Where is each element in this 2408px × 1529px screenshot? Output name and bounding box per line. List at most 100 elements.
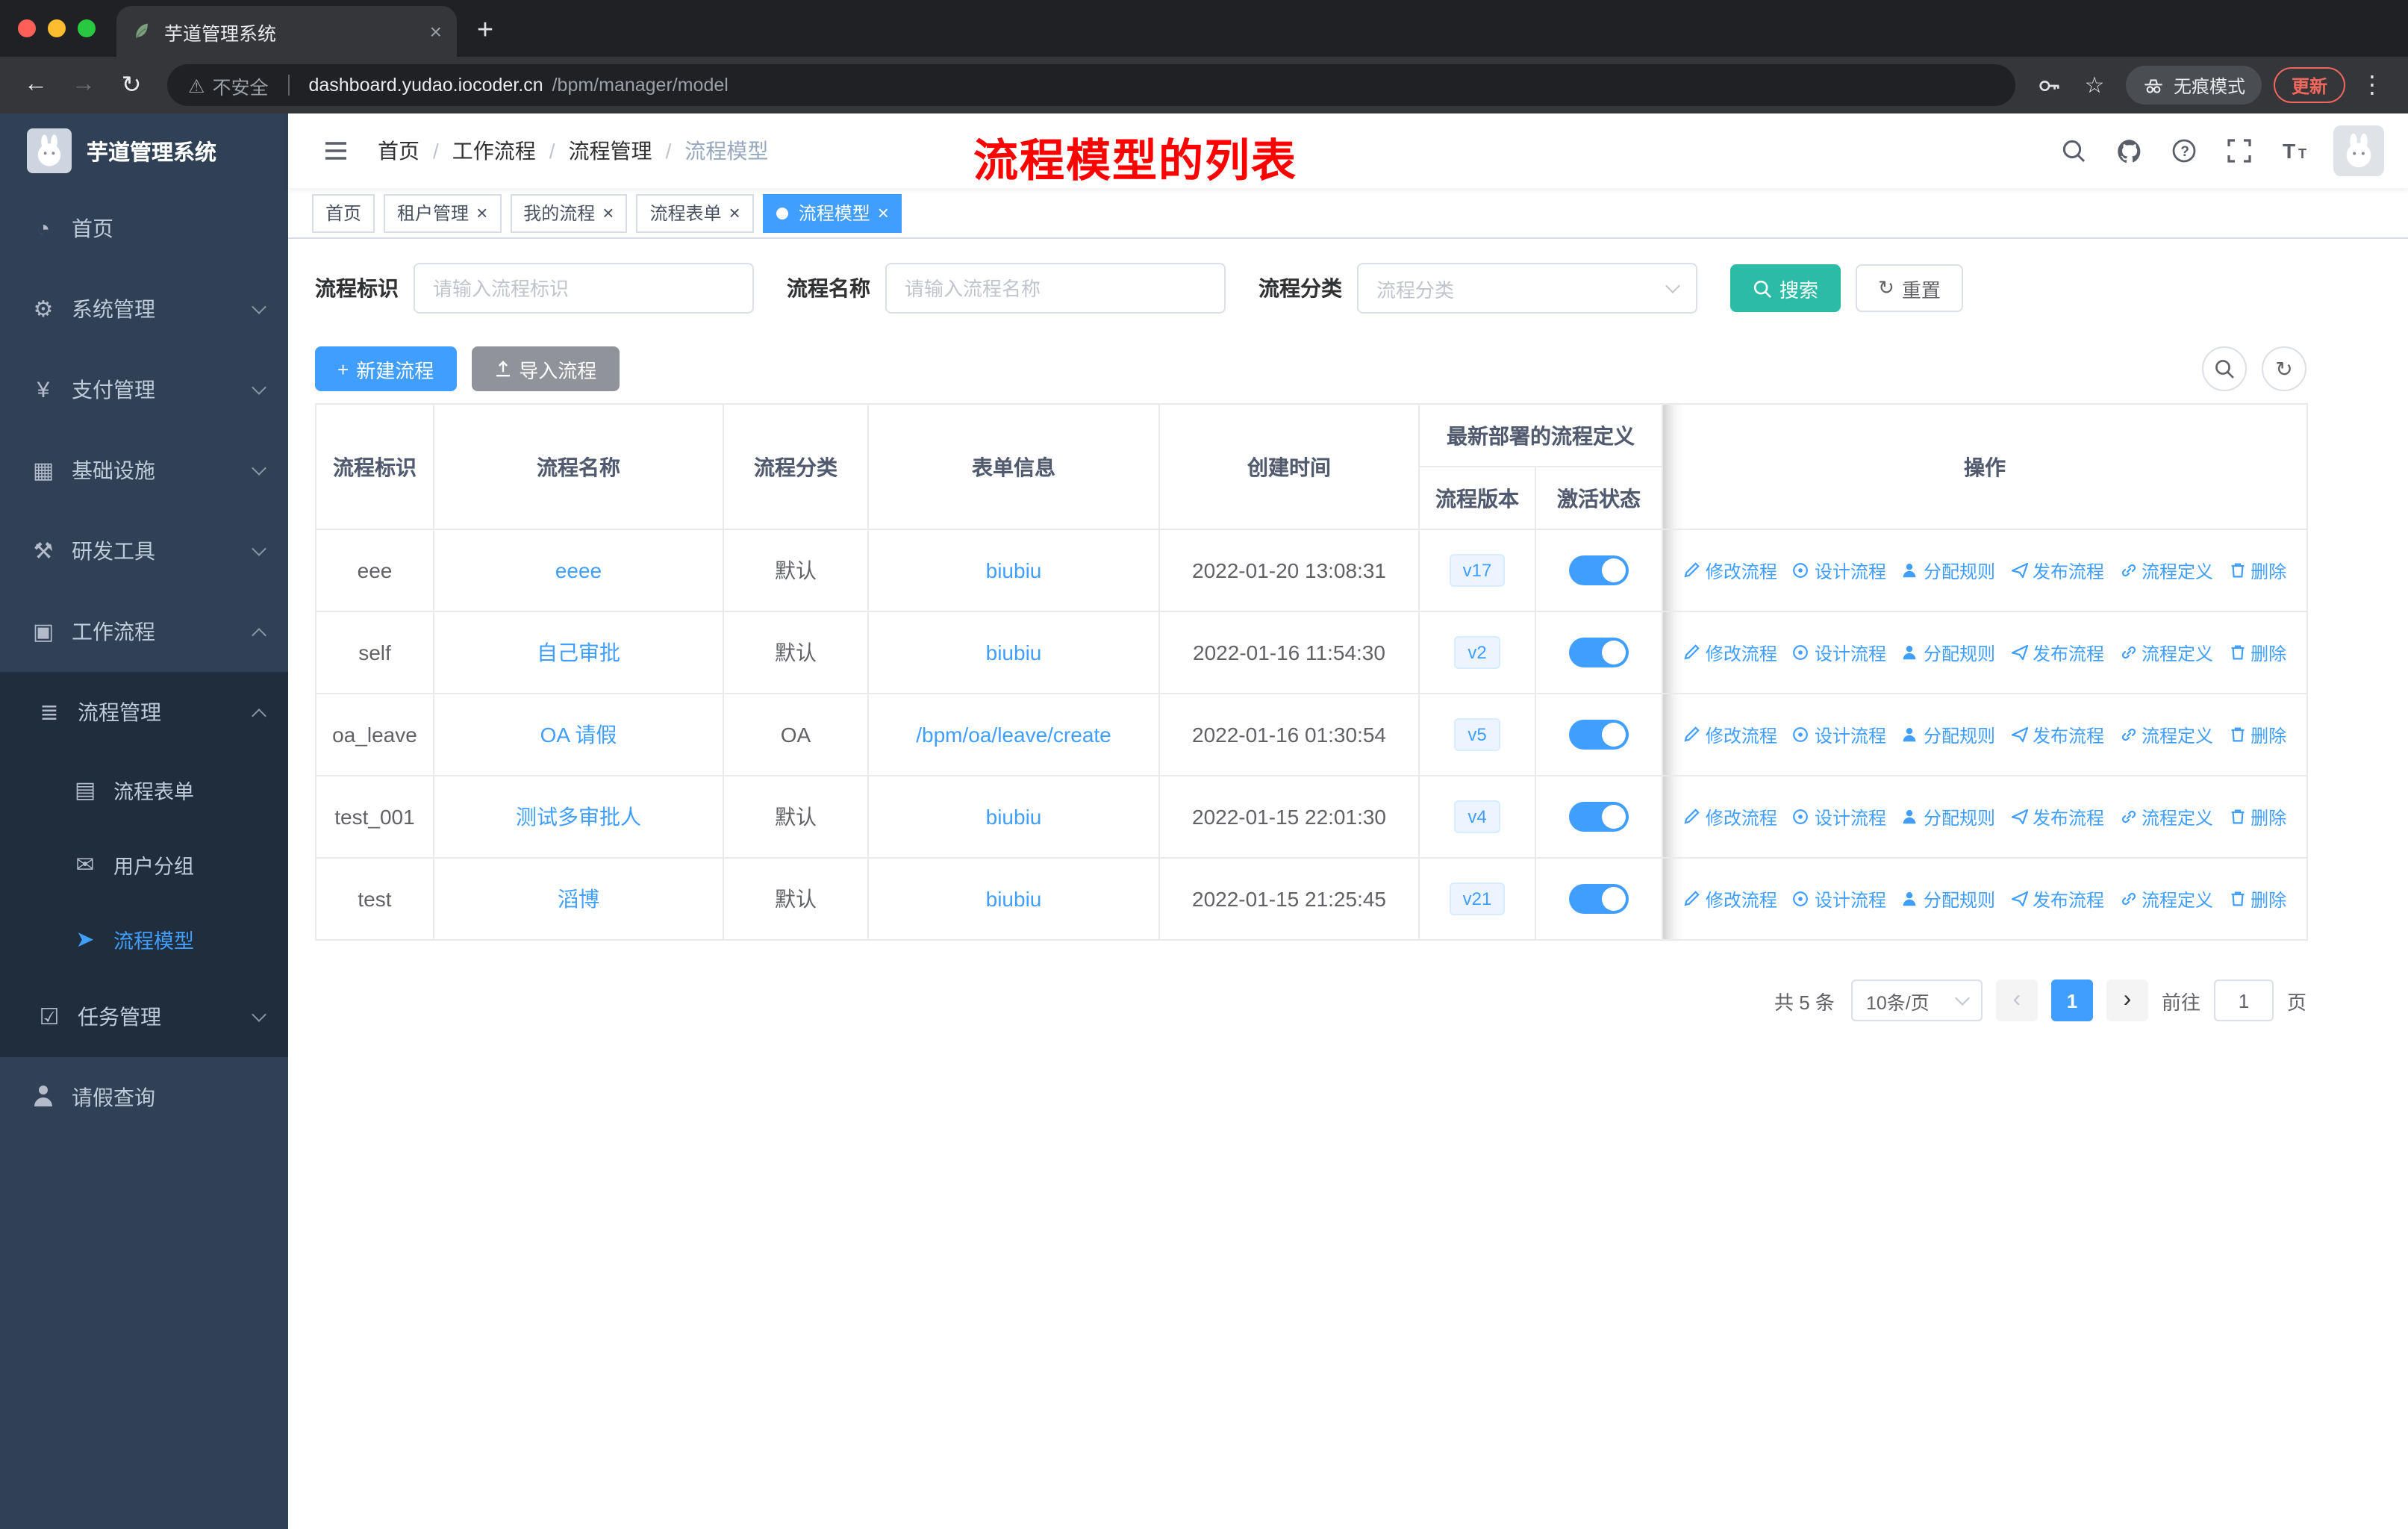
process-definition-action[interactable]: 流程定义 [2119,886,2213,912]
tag-close-icon[interactable]: × [878,203,889,222]
tag-close-icon[interactable]: × [729,203,740,222]
incognito-badge[interactable]: 无痕模式 [2125,66,2262,105]
delete-process-action[interactable]: 删除 [2228,558,2286,583]
publish-process-action[interactable]: 发布流程 [2010,886,2104,912]
sidebar-item-workflow[interactable]: ▣ 工作流程 [0,591,288,672]
process-name-link[interactable]: 自己审批 [537,641,620,664]
process-name-link[interactable]: 滔博 [558,887,599,911]
import-process-button[interactable]: 导入流程 [471,346,620,391]
design-process-action[interactable]: 设计流程 [1792,886,1886,912]
sidebar-item-leave-query[interactable]: 请假查询 [0,1057,288,1138]
assign-rule-action[interactable]: 分配规则 [1901,722,1995,747]
breadcrumb-process-management[interactable]: 流程管理 [569,136,652,166]
sidebar-item-process-management[interactable]: ≣ 流程管理 [0,672,288,753]
password-key-icon[interactable] [2030,66,2069,105]
delete-process-action[interactable]: 删除 [2228,722,2286,747]
help-icon[interactable]: ? [2168,134,2200,167]
font-size-icon[interactable]: TT [2278,134,2311,167]
tag-my-process[interactable]: 我的流程 × [510,193,628,232]
new-tab-button[interactable]: + [463,9,508,54]
form-info-link[interactable]: /bpm/oa/leave/create [916,723,1111,747]
design-process-action[interactable]: 设计流程 [1792,804,1886,829]
reset-button[interactable]: ↻ 重置 [1856,264,1963,312]
next-page-button[interactable]: › [2106,980,2148,1021]
delete-process-action[interactable]: 删除 [2228,804,2286,829]
active-toggle[interactable] [1569,884,1629,914]
tag-tenant[interactable]: 租户管理 × [384,193,502,232]
goto-page-input[interactable] [2213,980,2274,1021]
reload-button[interactable]: ↻ [110,64,152,106]
edit-process-action[interactable]: 修改流程 [1683,722,1777,747]
sidebar-item-process-model[interactable]: ➤ 流程模型 [0,902,288,977]
breadcrumb-home[interactable]: 首页 [378,136,419,166]
design-process-action[interactable]: 设计流程 [1792,558,1886,583]
process-definition-action[interactable]: 流程定义 [2119,722,2213,747]
active-toggle[interactable] [1569,638,1629,667]
toggle-search-button[interactable] [2202,346,2247,391]
sidebar-item-process-form[interactable]: ▤ 流程表单 [0,753,288,827]
browser-tab[interactable]: 芋道管理系统 × [116,6,457,57]
tag-process-model[interactable]: 流程模型 × [762,193,902,232]
tag-close-icon[interactable]: × [476,203,487,222]
page-1-button[interactable]: 1 [2050,980,2093,1021]
publish-process-action[interactable]: 发布流程 [2010,722,2104,747]
process-name-link[interactable]: OA 请假 [540,723,617,747]
minimize-window-button[interactable] [48,19,66,37]
publish-process-action[interactable]: 发布流程 [2010,804,2104,829]
tag-process-form[interactable]: 流程表单 × [636,193,754,232]
fullscreen-icon[interactable] [2223,134,2256,167]
tag-home[interactable]: 首页 [312,193,375,232]
zoom-window-button[interactable] [78,19,96,37]
forward-button[interactable]: → [63,64,105,106]
back-button[interactable]: ← [15,64,57,106]
edit-process-action[interactable]: 修改流程 [1683,558,1777,583]
address-bar[interactable]: ⚠ 不安全 dashboard.yudao.iocoder.cn/bpm/man… [167,64,2015,106]
create-process-button[interactable]: + 新建流程 [315,346,457,391]
close-window-button[interactable] [18,19,36,37]
process-definition-action[interactable]: 流程定义 [2119,804,2213,829]
process-name-input[interactable] [885,263,1226,314]
publish-process-action[interactable]: 发布流程 [2010,558,2104,583]
search-button[interactable]: 搜索 [1730,264,1841,312]
edit-process-action[interactable]: 修改流程 [1683,640,1777,665]
assign-rule-action[interactable]: 分配规则 [1901,558,1995,583]
sidebar-item-user-group[interactable]: ✉ 用户分组 [0,827,288,902]
category-select[interactable]: 流程分类 [1357,263,1697,314]
sidebar-item-infrastructure[interactable]: ▦ 基础设施 [0,430,288,511]
sidebar-item-system[interactable]: ⚙ 系统管理 [0,269,288,349]
sidebar-item-payment[interactable]: ¥ 支付管理 [0,349,288,430]
sidebar-item-home[interactable]: ◔ 首页 [0,188,288,269]
bookmark-star-icon[interactable]: ☆ [2075,66,2114,105]
publish-process-action[interactable]: 发布流程 [2010,640,2104,665]
edit-process-action[interactable]: 修改流程 [1683,804,1777,829]
form-info-link[interactable]: biubiu [986,641,1042,664]
delete-process-action[interactable]: 删除 [2228,886,2286,912]
update-button[interactable]: 更新 [2273,67,2345,103]
process-id-input[interactable] [414,263,754,314]
design-process-action[interactable]: 设计流程 [1792,722,1886,747]
form-info-link[interactable]: biubiu [986,805,1042,829]
page-size-select[interactable]: 10条/页 [1850,980,1983,1021]
process-definition-action[interactable]: 流程定义 [2119,640,2213,665]
breadcrumb-workflow[interactable]: 工作流程 [452,136,536,166]
process-name-link[interactable]: 测试多审批人 [516,805,641,829]
refresh-table-button[interactable]: ↻ [2262,346,2306,391]
form-info-link[interactable]: biubiu [986,558,1042,582]
sidebar-item-task-management[interactable]: ☑ 任务管理 [0,977,288,1057]
prev-page-button[interactable]: ‹ [1995,980,2038,1021]
form-info-link[interactable]: biubiu [986,887,1042,911]
search-icon[interactable] [2057,134,2090,167]
sidebar-item-devtools[interactable]: ⚒ 研发工具 [0,511,288,591]
sidebar-toggle-button[interactable] [312,127,360,175]
browser-menu-icon[interactable]: ⋮ [2351,70,2393,100]
tab-close-icon[interactable]: × [430,19,442,43]
assign-rule-action[interactable]: 分配规则 [1901,640,1995,665]
assign-rule-action[interactable]: 分配规则 [1901,804,1995,829]
process-name-link[interactable]: eeee [555,558,602,582]
edit-process-action[interactable]: 修改流程 [1683,886,1777,912]
user-avatar[interactable] [2333,125,2384,176]
active-toggle[interactable] [1569,720,1629,750]
active-toggle[interactable] [1569,802,1629,832]
security-label[interactable]: 不安全 [212,71,268,99]
tag-close-icon[interactable]: × [602,203,614,222]
